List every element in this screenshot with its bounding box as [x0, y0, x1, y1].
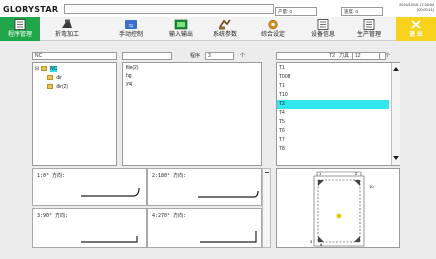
path-field[interactable]: NC: [32, 52, 117, 60]
tool-item[interactable]: T1: [277, 64, 389, 73]
preview-label-right: 10: [369, 184, 374, 189]
tool-count-value: 12: [352, 52, 380, 60]
datetime: 2024/10/15 17:28:54 (00:00:11): [391, 3, 436, 13]
direction-scrollbar[interactable]: [262, 168, 271, 248]
folder-icon: [47, 75, 53, 81]
time-text: (00:00:11): [416, 8, 434, 12]
tool-item[interactable]: T1: [277, 82, 389, 91]
main-toolbar: 程序管理 折弯加工 ⇆ 手动控制 输入输出 系统参数 综合设定 设备信息 生产管: [0, 17, 436, 41]
tool-item[interactable]: T7: [277, 136, 389, 145]
io-button[interactable]: 输入输出: [160, 17, 202, 41]
title-field: [64, 4, 274, 14]
system-params-button[interactable]: 系统参数: [202, 17, 248, 41]
preview-label-top-left: 1: [319, 171, 322, 176]
io-icon: [174, 19, 188, 30]
tool-count-label: 刀具: [339, 53, 350, 59]
folder-icon: [40, 66, 47, 72]
tool-item[interactable]: T10: [277, 91, 389, 100]
tool-preview-pane: 1 2 10 3 8: [276, 168, 400, 248]
scroll-down-icon[interactable]: [393, 156, 399, 160]
bend-curve-180: [198, 190, 259, 198]
tree-root-label: NC: [49, 66, 58, 72]
manual-icon: ⇆: [125, 20, 137, 29]
exit-button[interactable]: 退 出: [396, 17, 436, 41]
tool-item[interactable]: T8: [277, 145, 389, 154]
app-window: GLORYSTAR 产量: 0 速度: 0 2024/10/15 17:28:5…: [0, 0, 436, 259]
general-settings-button[interactable]: 综合设定: [250, 17, 296, 41]
scroll-up-icon[interactable]: [393, 67, 399, 71]
tool-list-pane: T1 T008 T1 T10 T2 T4 T5 T6 T7 T8: [276, 62, 400, 166]
program-manage-label: 程序管理: [7, 32, 32, 38]
status-bar: GLORYSTAR 产量: 0 速度: 0 2024/10/15 17:28:5…: [0, 0, 436, 17]
tool-item[interactable]: T6: [277, 127, 389, 136]
file-list-pane: file(2) hg yuj: [122, 62, 262, 166]
exit-icon: [411, 20, 421, 29]
io-label: 输入输出: [168, 32, 193, 38]
manual-control-label: 手动控制: [118, 32, 143, 38]
preview-label-top-right: 2: [355, 171, 358, 176]
output-count: 产量: 0: [275, 7, 317, 16]
folder-tree-pane: ⊟ NC dir dir(2): [32, 62, 117, 166]
production-manage-label: 生产管理: [356, 32, 381, 38]
system-params-label: 系统参数: [212, 32, 237, 38]
program-count-value: 3: [205, 52, 234, 60]
bend-curve-0: [81, 187, 140, 197]
tool-item[interactable]: T5: [277, 118, 389, 127]
preview-label-bottom: 8: [320, 242, 323, 247]
tool-item-selected[interactable]: T2: [277, 100, 389, 109]
bending-label: 折弯加工: [54, 32, 79, 38]
general-settings-label: 综合设定: [260, 32, 285, 38]
scroll-minus-icon[interactable]: [265, 172, 269, 173]
brand-logo: GLORYSTAR: [3, 5, 59, 14]
folder-icon: [47, 84, 53, 90]
production-manage-button[interactable]: 生产管理: [346, 17, 392, 41]
tree-root-row[interactable]: ⊟ NC: [35, 65, 58, 73]
bending-icon: [62, 19, 72, 28]
production-icon: [363, 19, 375, 30]
bend-curve-270: [200, 231, 257, 243]
tool-list-scrollbar[interactable]: [391, 63, 400, 165]
tree-item-label: dir: [56, 75, 62, 81]
device-info-button[interactable]: 设备信息: [300, 17, 346, 41]
svg-text:⇆: ⇆: [129, 23, 133, 29]
file-item[interactable]: hg: [126, 72, 132, 80]
file-filter-input[interactable]: [122, 52, 172, 60]
file-item[interactable]: file(2): [126, 64, 139, 72]
program-icon: [14, 19, 26, 30]
program-count-label: 程序: [190, 53, 201, 59]
center-marker: [336, 213, 342, 219]
direction-0-cell[interactable]: 1:0° 方向:: [32, 168, 147, 206]
settings-icon: [268, 19, 278, 30]
tree-item-dir[interactable]: dir: [47, 74, 62, 82]
device-info-icon: [317, 19, 329, 30]
tree-item-label: dir(2): [56, 84, 69, 90]
tool-item[interactable]: T008: [277, 73, 389, 82]
device-info-label: 设备信息: [310, 32, 335, 38]
tool-item[interactable]: T4: [277, 109, 389, 118]
tree-item-dir2[interactable]: dir(2): [47, 83, 68, 91]
program-count-unit: 个: [240, 53, 246, 59]
direction-180-cell[interactable]: 2:180° 方向:: [147, 168, 262, 206]
speed-display: 速度: 0: [341, 7, 383, 16]
tool-count-unit: 个: [385, 53, 391, 59]
preview-label-left: 3: [310, 239, 313, 244]
exit-label: 退 出: [409, 32, 423, 38]
collapse-icon[interactable]: ⊟: [35, 66, 39, 72]
direction-270-cell[interactable]: 4:270° 方向:: [147, 208, 262, 248]
direction-90-cell[interactable]: 3:90° 方向:: [32, 208, 147, 248]
system-params-icon: [219, 19, 231, 30]
program-manage-button[interactable]: 程序管理: [0, 17, 40, 41]
bend-curve-90: [81, 236, 138, 243]
manual-control-button[interactable]: ⇆ 手动控制: [108, 17, 154, 41]
file-item[interactable]: yuj: [126, 80, 132, 88]
bending-button[interactable]: 折弯加工: [44, 17, 90, 41]
tool-drawing: [313, 171, 365, 247]
